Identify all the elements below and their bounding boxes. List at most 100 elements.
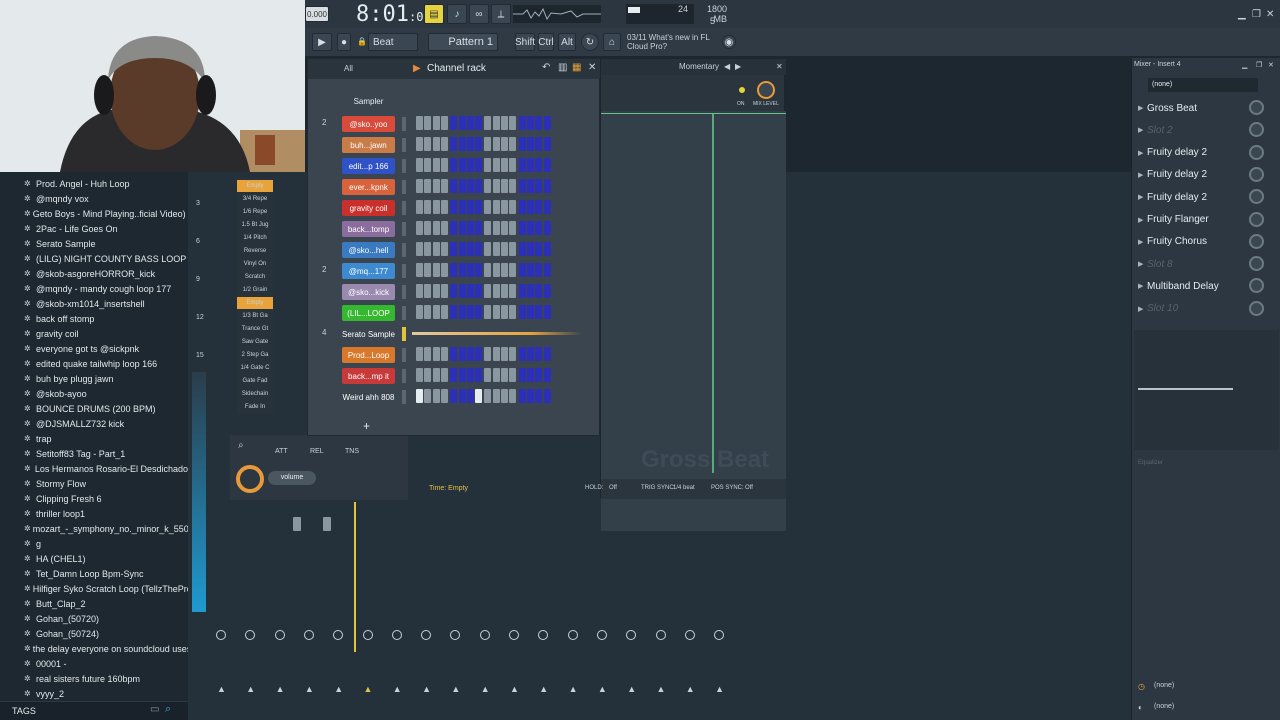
step-button[interactable] [466, 242, 474, 256]
add-channel-icon[interactable]: + [363, 419, 370, 433]
step-button[interactable] [526, 368, 534, 382]
step-button[interactable] [484, 347, 492, 361]
strip-route-icon[interactable]: ▲ [246, 684, 255, 694]
step-button[interactable] [450, 200, 458, 214]
step-button[interactable] [450, 389, 458, 403]
next-icon[interactable]: ▶ [735, 62, 741, 71]
step-button[interactable] [440, 242, 448, 256]
automation-clip[interactable] [412, 332, 582, 335]
strip-pan-knob[interactable] [509, 630, 519, 640]
step-button[interactable] [458, 305, 466, 319]
step-button[interactable] [466, 221, 474, 235]
step-button[interactable] [458, 347, 466, 361]
step-button[interactable] [432, 200, 440, 214]
slot-mix-knob[interactable] [1249, 166, 1264, 182]
strip-route-icon[interactable]: ▲ [393, 684, 402, 694]
output-2[interactable]: (none) [1154, 703, 1174, 710]
slot-mix-knob[interactable] [1249, 233, 1264, 249]
step-button[interactable] [475, 221, 483, 235]
effect-slot[interactable]: ▶ Fruity delay 2 [1138, 187, 1276, 207]
step-button[interactable] [424, 221, 432, 235]
step-button[interactable] [501, 179, 508, 193]
step-button[interactable] [535, 263, 543, 277]
step-button[interactable] [543, 179, 551, 193]
countdown-icon[interactable]: ∞ [469, 4, 489, 24]
step-button[interactable] [543, 368, 551, 382]
step-button[interactable] [543, 242, 551, 256]
step-button[interactable] [501, 284, 508, 298]
step-button[interactable] [535, 116, 543, 130]
step-button[interactable] [450, 158, 458, 172]
browser-item[interactable]: ✲ Tet_Damn Loop Bpm-Sync [0, 566, 188, 581]
step-button[interactable] [518, 200, 526, 214]
preset-item[interactable]: Trance Gt [237, 323, 273, 335]
step-button[interactable] [501, 389, 508, 403]
step-button[interactable] [492, 116, 500, 130]
sampler-label[interactable]: Sampler [342, 94, 395, 110]
step-button[interactable] [424, 242, 432, 256]
step-button[interactable] [484, 200, 492, 214]
step-button[interactable] [535, 200, 543, 214]
browser-item[interactable]: ✲ g [0, 536, 188, 551]
browser-item[interactable]: ✲ vyyy_2 [0, 686, 188, 701]
step-button[interactable] [535, 242, 543, 256]
strip-pan-knob[interactable] [714, 630, 725, 640]
channel-select-led[interactable] [402, 264, 406, 278]
channel-select-led[interactable] [402, 138, 406, 152]
strip-route-icon[interactable]: ▲ [657, 684, 666, 694]
step-button[interactable] [424, 284, 432, 298]
step-button[interactable] [509, 116, 517, 130]
browser-item[interactable]: ✲ Butt_Clap_2 [0, 596, 188, 611]
step-button[interactable] [440, 137, 448, 151]
mode-select[interactable]: Beat [368, 33, 418, 51]
step-button[interactable] [450, 179, 458, 193]
channel-button[interactable]: buh...jawn [342, 137, 395, 153]
step-button[interactable] [475, 137, 483, 151]
step-button[interactable] [424, 137, 432, 151]
step-button[interactable] [416, 116, 423, 130]
step-button[interactable] [535, 305, 543, 319]
step-button[interactable] [424, 200, 432, 214]
browser-item[interactable]: ✲ Stormy Flow [0, 476, 188, 491]
step-button[interactable] [484, 179, 492, 193]
slot-mix-knob[interactable] [1249, 256, 1264, 272]
pattern-selector[interactable]: Pattern 1 [428, 33, 498, 51]
step-button[interactable] [466, 263, 474, 277]
step-button[interactable] [458, 263, 466, 277]
preset-item[interactable]: Reverse [237, 245, 273, 257]
browser-item[interactable]: ✲ @mqndy vox [0, 191, 188, 206]
step-button[interactable] [416, 347, 423, 361]
channel-select-led[interactable] [402, 327, 406, 341]
step-button[interactable] [509, 368, 517, 382]
step-button[interactable] [526, 200, 534, 214]
step-button[interactable] [501, 347, 508, 361]
slot-mix-knob[interactable] [1249, 211, 1264, 227]
step-button[interactable] [518, 137, 526, 151]
step-button[interactable] [450, 347, 458, 361]
step-button[interactable] [484, 221, 492, 235]
step-button[interactable] [509, 389, 517, 403]
step-button[interactable] [432, 179, 440, 193]
step-button[interactable] [526, 116, 534, 130]
step-button[interactable] [484, 305, 492, 319]
effect-slot[interactable]: ▶ Slot 8 [1138, 254, 1276, 274]
minimize-icon[interactable]: ▁ [1238, 9, 1246, 20]
step-button[interactable] [450, 305, 458, 319]
step-button[interactable] [484, 284, 492, 298]
strip-route-icon[interactable]: ▲ [451, 684, 460, 694]
step-button[interactable] [526, 179, 534, 193]
on-led[interactable] [739, 87, 745, 93]
channel-select-led[interactable] [402, 180, 406, 194]
preset-item[interactable]: Saw Gate [237, 336, 273, 348]
step-button[interactable] [450, 368, 458, 382]
step-button[interactable] [432, 116, 440, 130]
channel-select-led[interactable] [402, 222, 406, 236]
step-button[interactable] [509, 347, 517, 361]
filter-select[interactable]: All [344, 64, 353, 73]
step-button[interactable] [509, 158, 517, 172]
slot-mix-knob[interactable] [1249, 100, 1264, 115]
effect-slot[interactable]: ▶ Fruity delay 2 [1138, 143, 1276, 163]
browser-item[interactable]: ✲ real sisters future 160bpm [0, 671, 188, 686]
step-button[interactable] [492, 242, 500, 256]
channel-select-led[interactable] [402, 201, 406, 215]
